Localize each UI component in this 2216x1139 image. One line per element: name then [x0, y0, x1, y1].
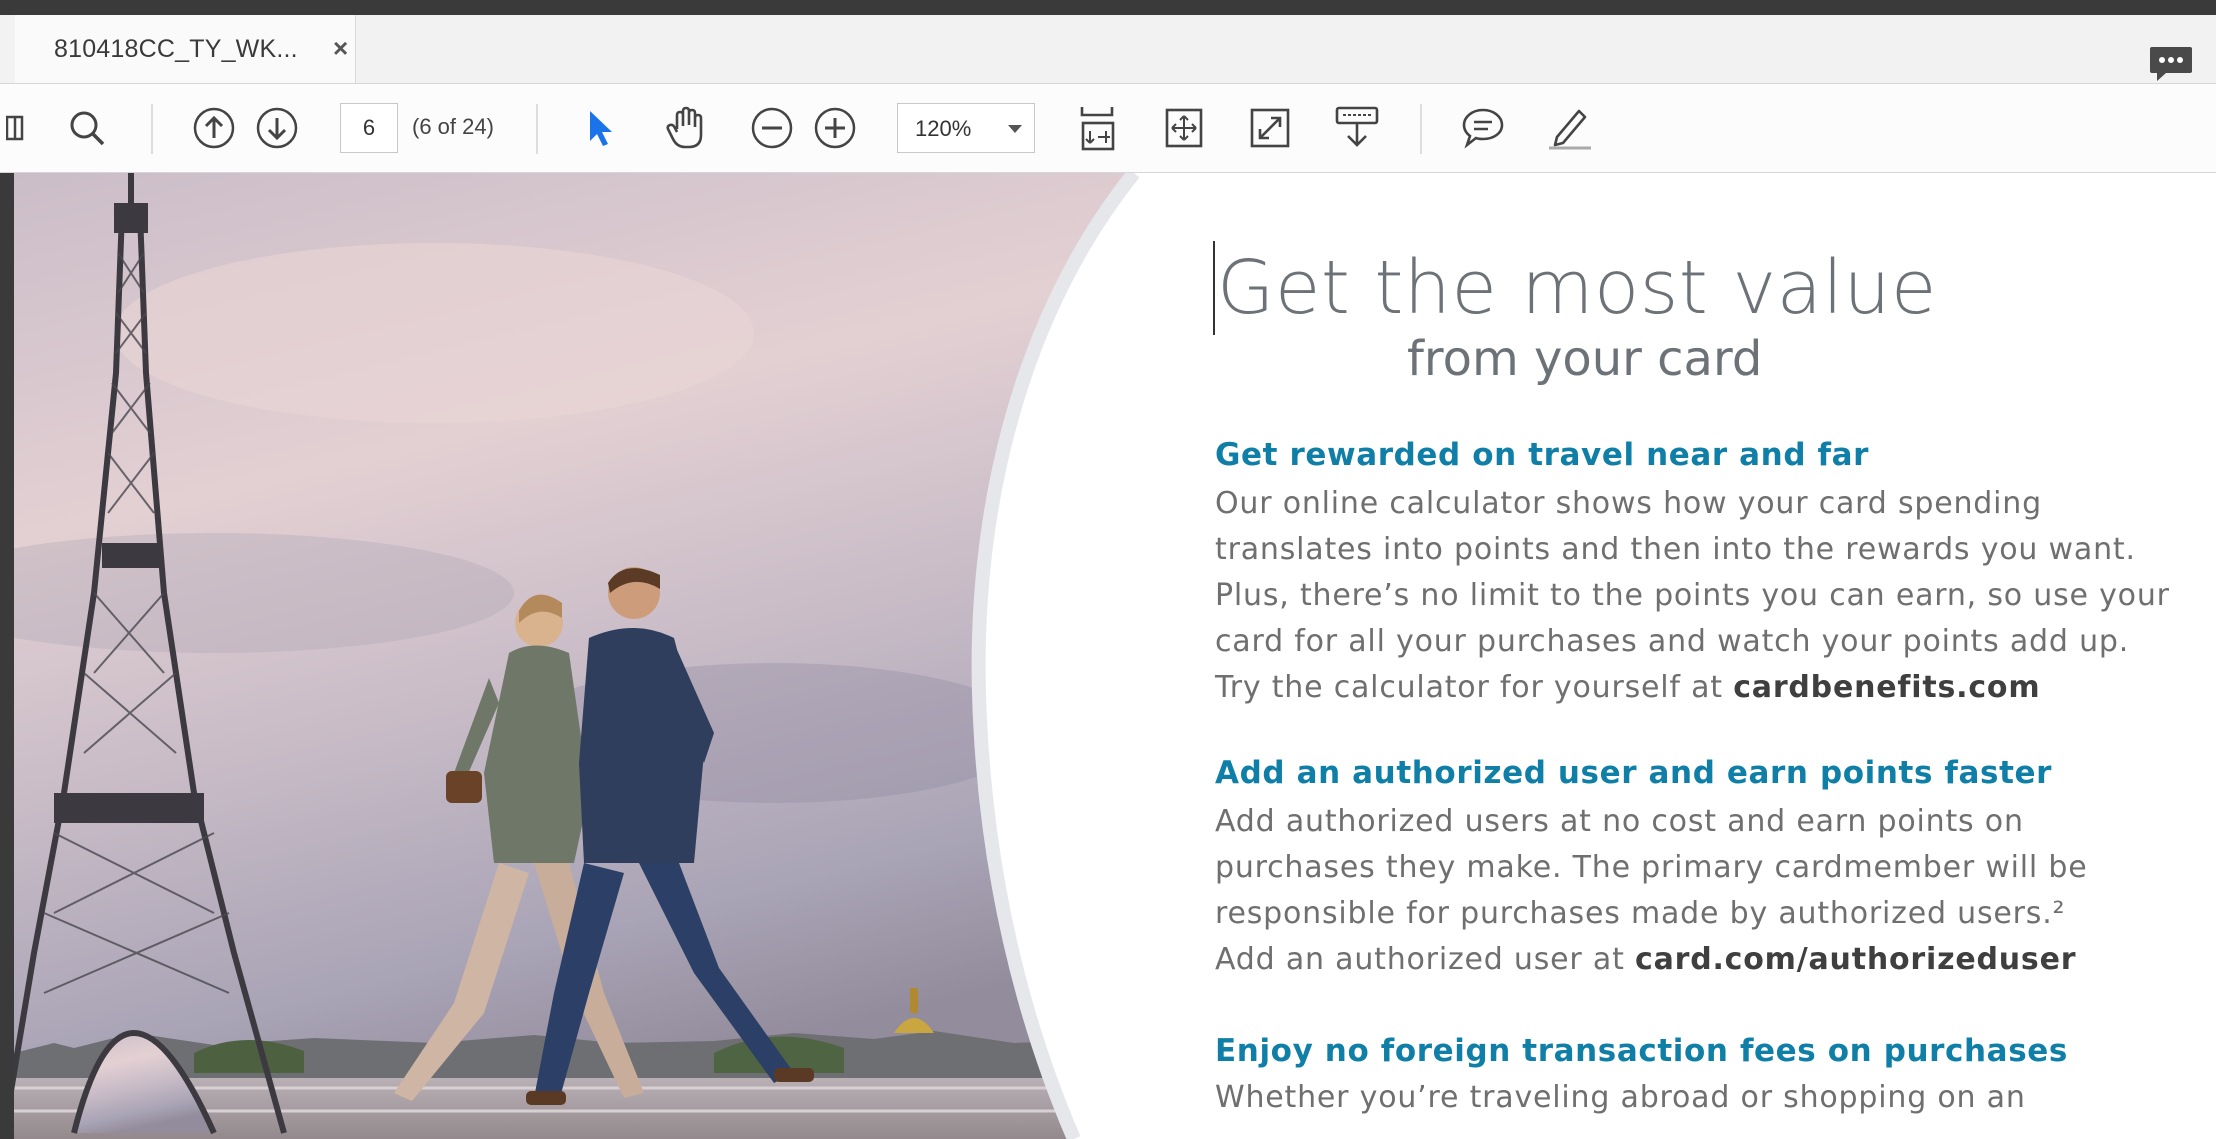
read-mode-icon[interactable] [1332, 84, 1382, 172]
tab-bar: 810418CC_TY_WK... × [0, 15, 2216, 84]
body-line: Add authorized users at no cost and earn… [1215, 804, 2024, 839]
comments-panel-icon[interactable] [2148, 45, 2194, 85]
toolbar: 6 (6 of 24) 120% [0, 84, 2216, 173]
toolbar-separator [151, 104, 153, 154]
zoom-in-icon[interactable] [811, 84, 859, 172]
next-page-icon[interactable] [252, 84, 302, 172]
comment-icon[interactable] [1458, 84, 1508, 172]
page-subheading: from your card [1407, 331, 1763, 387]
body-line: purchases they make. The primary cardmem… [1215, 850, 2088, 885]
page-count: (6 of 24) [412, 114, 494, 139]
tab-title: 810418CC_TY_WK... [54, 35, 298, 63]
toolbar-separator [536, 104, 538, 154]
body-text: Try the calculator for yourself at [1215, 670, 1734, 705]
body-line: Try the calculator for yourself at cardb… [1215, 665, 2170, 711]
fit-page-icon[interactable] [1074, 84, 1122, 172]
body-line: card for all your purchases and watch yo… [1215, 624, 2130, 659]
section-body: Whether you’re traveling abroad or shopp… [1215, 1075, 2026, 1121]
body-line: Plus, there’s no limit to the points you… [1215, 578, 2170, 613]
select-icon[interactable] [582, 84, 618, 172]
chevron-down-icon [1008, 125, 1022, 133]
link-text[interactable]: cardbenefits.com [1733, 670, 2040, 705]
page-heading: Get the most value [1217, 245, 1937, 331]
body-text: Add an authorized user at [1215, 942, 1635, 977]
link-text[interactable]: card.com/authorizeduser [1635, 942, 2076, 977]
full-screen-icon[interactable] [1246, 84, 1294, 172]
section-body: Add authorized users at no cost and earn… [1215, 799, 2088, 983]
document-page: Get the most value from your card Get re… [14, 173, 2216, 1139]
body-line: Our online calculator shows how your car… [1215, 486, 2042, 521]
text-cursor [1213, 241, 1215, 335]
body-line: Whether you’re traveling abroad or shopp… [1215, 1080, 2026, 1115]
toolbar-separator [1420, 104, 1422, 154]
section-body: Our online calculator shows how your car… [1215, 481, 2170, 711]
window-top-edge [0, 0, 2216, 15]
body-line: responsible for purchases made by author… [1215, 896, 2066, 931]
page-number-input[interactable]: 6 [340, 103, 398, 153]
sidebar-icon[interactable] [4, 84, 26, 172]
body-line: translates into points and then into the… [1215, 532, 2136, 567]
sign-icon[interactable] [1544, 84, 1596, 172]
document-tab[interactable]: 810418CC_TY_WK... × [15, 15, 356, 83]
close-tab-icon[interactable]: × [333, 33, 348, 64]
search-icon[interactable] [60, 84, 114, 172]
zoom-select[interactable]: 120% [897, 103, 1035, 153]
zoom-out-icon[interactable] [748, 84, 796, 172]
section-title: Get rewarded on travel near and far [1215, 437, 1870, 473]
section-title: Enjoy no foreign transaction fees on pur… [1215, 1033, 2068, 1069]
body-line: Add an authorized user at card.com/autho… [1215, 937, 2088, 983]
zoom-value: 120% [915, 116, 972, 141]
hand-icon[interactable] [660, 84, 712, 172]
prev-page-icon[interactable] [189, 84, 239, 172]
fit-width-icon[interactable] [1160, 84, 1208, 172]
section-title: Add an authorized user and earn points f… [1215, 755, 2053, 791]
